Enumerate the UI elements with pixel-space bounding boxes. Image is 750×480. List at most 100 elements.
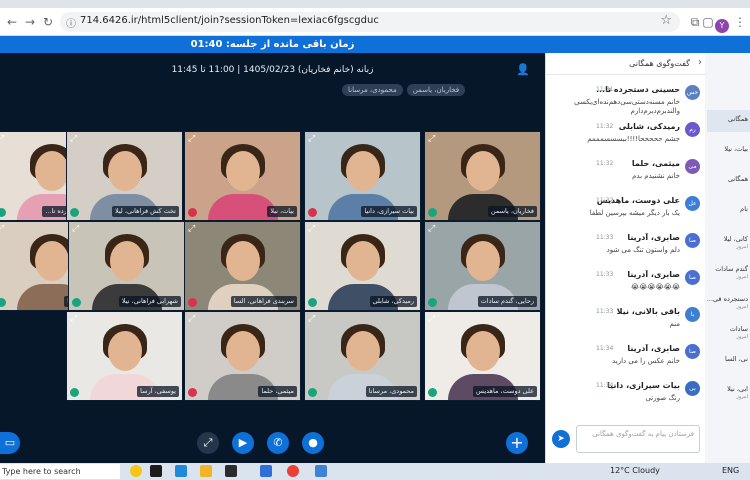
leave-audio-button[interactable]: ✆ bbox=[267, 432, 289, 454]
weather-text[interactable]: 12°C Cloudy bbox=[610, 466, 660, 475]
participant-name: رمیدکی، شابلی bbox=[369, 296, 417, 307]
talker-badge: محمودی، مرسانا bbox=[342, 84, 403, 96]
sidebar-item-subtext: امروز bbox=[736, 244, 748, 250]
share-screen-button[interactable]: ⤢ bbox=[197, 432, 219, 454]
expand-icon[interactable]: ⤢ bbox=[308, 314, 315, 324]
video-tile[interactable]: ⤢ شهرابی فراهانی، نیلا bbox=[68, 221, 185, 311]
mic-status-icon bbox=[308, 208, 317, 217]
expand-icon[interactable]: ⤢ bbox=[188, 134, 195, 144]
bookmark-star-icon[interactable]: ☆ bbox=[660, 13, 672, 28]
expand-icon[interactable]: ⤢ bbox=[0, 224, 4, 234]
sidebar-item[interactable]: بیات، نیلا bbox=[705, 145, 750, 153]
url-text: 714.6426.ir/html5client/join?sessionToke… bbox=[80, 15, 379, 26]
sidepanel-icon[interactable]: ▢ bbox=[700, 14, 716, 30]
language-indicator[interactable]: ENG bbox=[722, 466, 739, 475]
banner-extension bbox=[545, 36, 750, 53]
expand-icon[interactable]: ⤢ bbox=[308, 224, 315, 234]
message-sender: باقی بالانی، نیلا bbox=[616, 307, 680, 316]
message-text: جشم حححححا!!!!ببسسسمممم bbox=[587, 135, 680, 143]
expand-icon[interactable]: ⤢ bbox=[188, 224, 195, 234]
message-sender: رمیدکی، شابلی bbox=[618, 122, 680, 131]
expand-icon[interactable]: ⤢ bbox=[0, 134, 4, 144]
chat-message: صا صابری، آدرینا 11:34 خانم عکس را می دارید bbox=[546, 342, 706, 382]
mic-status-icon bbox=[188, 388, 197, 397]
video-tile[interactable]: ⤢ میثمی، حلما bbox=[184, 311, 301, 401]
file-explorer-icon[interactable] bbox=[200, 465, 212, 477]
participant-face bbox=[225, 151, 260, 192]
taskbar-search[interactable]: Type here to search bbox=[0, 464, 120, 479]
profile-avatar[interactable]: Y bbox=[715, 19, 729, 33]
video-tile[interactable]: ⤢ محمودی، مرسانا bbox=[304, 311, 421, 401]
sidebar-item-subtext: امروز bbox=[736, 274, 748, 280]
task-view-icon[interactable] bbox=[150, 465, 162, 477]
video-tile[interactable]: ⤢ بیات، نیلا bbox=[184, 131, 301, 221]
edge-icon[interactable] bbox=[175, 465, 187, 477]
sidebar-item[interactable]: کانی، لیلا bbox=[705, 235, 750, 243]
session-time-banner: زمان باقی مانده از جلسه: 01:40 bbox=[0, 36, 545, 53]
back-icon[interactable]: ← bbox=[4, 14, 20, 30]
forward-icon[interactable]: → bbox=[22, 14, 38, 30]
avatar: صا bbox=[685, 233, 700, 248]
os-taskbar: Type here to search 12°C Cloudy ENG bbox=[0, 463, 750, 480]
mute-button[interactable]: ● bbox=[302, 432, 324, 454]
expand-icon[interactable]: ⤢ bbox=[70, 314, 77, 324]
camera-button[interactable]: ▶ bbox=[232, 432, 254, 454]
right-sidebar: همگانی بیات، نیلا همگانی نام کانی، لیلا امروز… bbox=[705, 53, 750, 463]
sidebar-item[interactable]: ابی، نیلا bbox=[705, 385, 750, 393]
message-time: 11:32 bbox=[596, 123, 614, 130]
expand-icon[interactable]: ⤢ bbox=[70, 134, 77, 144]
participant-name: فخاریان، یاسمن bbox=[487, 206, 537, 217]
chevron-right-icon[interactable]: › bbox=[698, 57, 702, 68]
message-time: 11:31 bbox=[596, 86, 614, 93]
address-bar[interactable]: ⓘ 714.6426.ir/html5client/join?sessionTo… bbox=[60, 12, 680, 32]
video-tile[interactable]: ⤢ سربندی فراهانی، السا bbox=[184, 221, 301, 311]
message-text: دلم واستون تنگ می شود bbox=[606, 246, 680, 254]
actions-plus-button[interactable]: + bbox=[506, 432, 528, 454]
video-tile[interactable]: ⤢ یوسفی، آرسا bbox=[66, 311, 183, 401]
expand-icon[interactable]: ⤢ bbox=[72, 224, 79, 234]
avatar: صا bbox=[685, 344, 700, 359]
chat-message: با باقی بالانی، نیلا 11:33 منم bbox=[546, 305, 706, 345]
participant-face bbox=[109, 241, 144, 282]
message-sender: صابری، آدرینا bbox=[627, 233, 680, 242]
chat-input[interactable]: فرستادن پیام به گفت‌وگوی همگانی bbox=[576, 425, 700, 453]
participant-name: علی دوست، ماهدیس bbox=[473, 386, 537, 397]
user-list-icon[interactable]: 👤 bbox=[516, 63, 530, 77]
video-tile[interactable]: ⤢ بیات سیرازی، دانیا bbox=[304, 131, 421, 221]
site-info-icon[interactable]: ⓘ bbox=[66, 15, 76, 30]
sidebar-item[interactable]: دستجرده قی... bbox=[705, 295, 750, 303]
sidebar-item[interactable]: همگانی bbox=[705, 175, 750, 183]
reload-icon[interactable]: ↻ bbox=[40, 14, 56, 30]
expand-icon[interactable]: ⤢ bbox=[188, 314, 195, 324]
message-text: خانم نشنیدم بدم bbox=[632, 172, 680, 180]
sidebar-item[interactable]: سادات bbox=[705, 325, 750, 333]
mic-status-icon bbox=[308, 298, 317, 307]
sidebar-item[interactable]: نی، السا bbox=[705, 355, 750, 363]
video-tile[interactable]: ⤢ علی دوست، ماهدیس bbox=[424, 311, 541, 401]
mic-status-icon bbox=[0, 298, 6, 307]
sidebar-item[interactable]: گندم سادات bbox=[705, 265, 750, 273]
video-tile[interactable]: ⤢ رمیدکی، شابلی bbox=[304, 221, 421, 311]
send-button[interactable]: ➤ bbox=[552, 430, 570, 448]
presentation-button[interactable]: ▭ bbox=[0, 432, 20, 454]
video-tile[interactable]: ⤢ فخاریان، یاسمن bbox=[424, 131, 541, 221]
sidebar-item[interactable]: همگانی bbox=[705, 115, 750, 123]
mic-status-icon bbox=[428, 388, 437, 397]
sidebar-item[interactable]: نام bbox=[705, 205, 750, 213]
mic-status-icon bbox=[70, 208, 79, 217]
chrome-icon[interactable] bbox=[287, 465, 299, 477]
video-tile[interactable]: ⤢ تخت کش فراهانی، لیلا bbox=[66, 131, 183, 221]
expand-icon[interactable]: ⤢ bbox=[428, 224, 435, 234]
app-icon[interactable] bbox=[260, 465, 272, 477]
mic-status-icon bbox=[70, 388, 79, 397]
video-tile[interactable]: ⤢ رحایی، گندم سادات bbox=[424, 221, 541, 311]
menu-dots-icon[interactable]: ⋮ bbox=[732, 14, 748, 30]
participant-face bbox=[107, 151, 142, 192]
store-icon[interactable] bbox=[225, 465, 237, 477]
expand-icon[interactable]: ⤢ bbox=[428, 314, 435, 324]
widget-icon[interactable] bbox=[130, 465, 142, 477]
avatar: بی bbox=[685, 381, 700, 396]
expand-icon[interactable]: ⤢ bbox=[308, 134, 315, 144]
expand-icon[interactable]: ⤢ bbox=[428, 134, 435, 144]
app-icon-2[interactable] bbox=[315, 465, 327, 477]
